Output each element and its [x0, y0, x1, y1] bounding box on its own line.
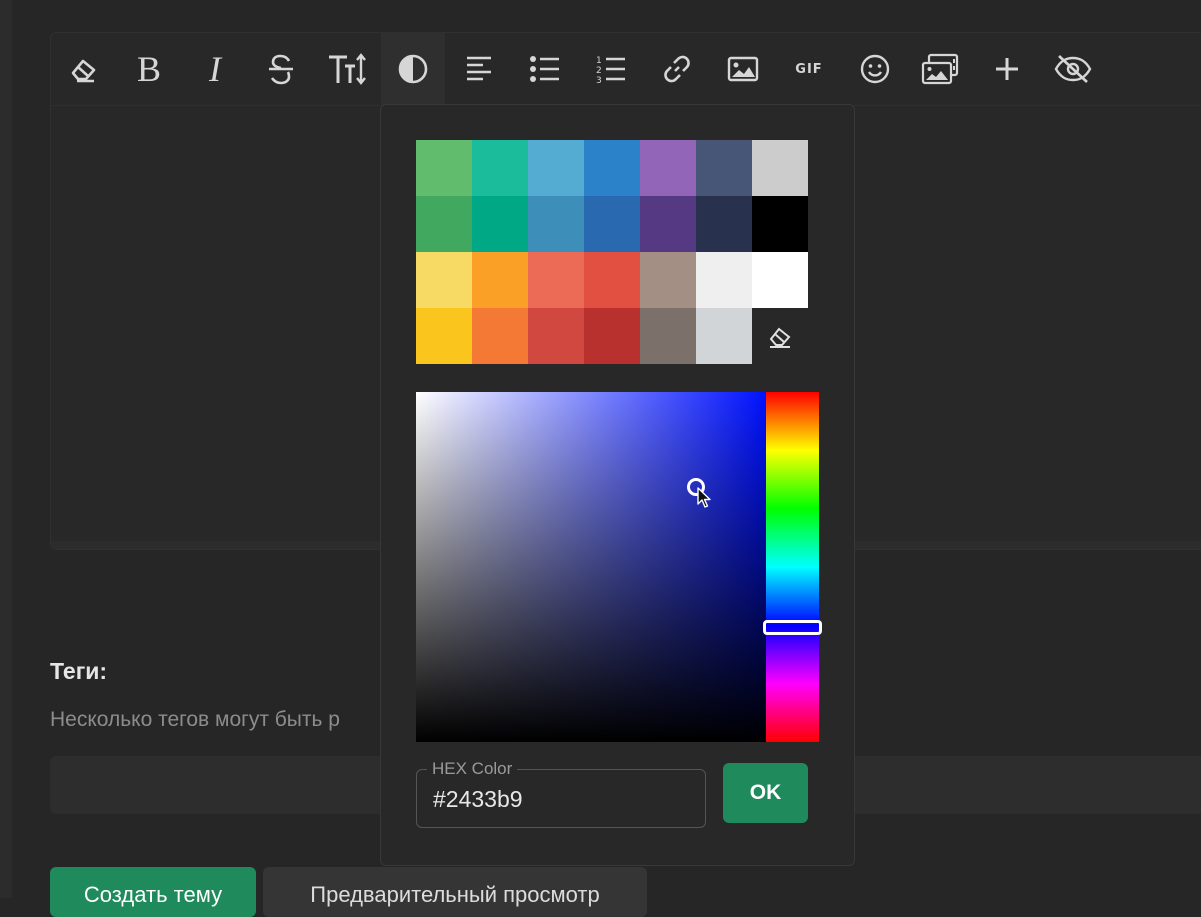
tags-hint: Несколько тегов могут быть р — [50, 708, 340, 731]
bullet-list-icon — [530, 56, 559, 82]
hex-color-label: HEX Color — [427, 759, 518, 779]
create-topic-button[interactable]: Создать тему — [50, 867, 256, 917]
text-color-button[interactable] — [381, 33, 445, 105]
color-swatch[interactable] — [584, 196, 640, 252]
saturation-value-area[interactable] — [416, 392, 766, 742]
ok-button[interactable]: OK — [723, 763, 808, 823]
plus-icon — [996, 58, 1018, 80]
color-palette — [416, 140, 808, 364]
color-swatch[interactable] — [528, 140, 584, 196]
editor-toolbar: B I 1 2 3 GIF — [51, 33, 1201, 106]
more-button[interactable] — [975, 33, 1039, 105]
hue-slider[interactable] — [763, 392, 822, 742]
color-swatch[interactable] — [584, 140, 640, 196]
color-swatch[interactable] — [640, 252, 696, 308]
link-button[interactable] — [645, 33, 709, 105]
color-swatch[interactable] — [696, 252, 752, 308]
text-size-icon — [329, 53, 366, 85]
color-swatch[interactable] — [640, 196, 696, 252]
color-swatch[interactable] — [752, 196, 808, 252]
numbered-list-icon: 1 2 3 — [596, 56, 625, 85]
image-icon — [727, 56, 759, 82]
numbered-list-button[interactable]: 1 2 3 — [579, 33, 643, 105]
color-swatch[interactable] — [416, 196, 472, 252]
color-swatch[interactable] — [472, 140, 528, 196]
strikethrough-button[interactable] — [249, 33, 313, 105]
color-swatch[interactable] — [696, 196, 752, 252]
color-swatch[interactable] — [640, 140, 696, 196]
gif-icon: GIF — [795, 61, 823, 77]
eraser-icon — [769, 327, 791, 348]
color-swatch[interactable] — [752, 140, 808, 196]
color-swatch[interactable] — [752, 252, 808, 308]
svg-text:3: 3 — [596, 76, 602, 85]
mouse-cursor-icon — [697, 487, 711, 513]
strikethrough-icon — [269, 54, 293, 85]
gif-button[interactable]: GIF — [777, 33, 841, 105]
tags-label: Теги: — [50, 658, 108, 684]
link-icon — [664, 55, 690, 83]
color-swatch[interactable] — [584, 308, 640, 364]
color-swatch[interactable] — [584, 252, 640, 308]
svg-text:2: 2 — [596, 66, 602, 76]
eye-slash-icon — [1054, 55, 1092, 83]
image-button[interactable] — [711, 33, 775, 105]
color-swatch[interactable] — [416, 140, 472, 196]
color-swatch[interactable] — [528, 252, 584, 308]
color-swatch[interactable] — [696, 140, 752, 196]
italic-button[interactable]: I — [183, 33, 247, 105]
contrast-icon — [398, 54, 428, 84]
hex-color-input[interactable] — [431, 780, 695, 818]
smiley-icon — [860, 54, 890, 84]
color-swatch[interactable] — [416, 252, 472, 308]
bold-button[interactable]: B — [117, 33, 181, 105]
gallery-icon — [921, 53, 959, 85]
color-swatch[interactable] — [472, 252, 528, 308]
color-swatch[interactable] — [528, 308, 584, 364]
color-swatch[interactable] — [640, 308, 696, 364]
left-edge — [0, 0, 12, 898]
svg-text:1: 1 — [596, 56, 602, 66]
font-size-button[interactable] — [315, 33, 379, 105]
bold-icon: B — [136, 49, 161, 89]
hex-color-field: HEX Color — [416, 759, 706, 828]
italic-icon: I — [209, 49, 221, 89]
align-button[interactable] — [447, 33, 511, 105]
eraser-icon — [71, 59, 96, 83]
color-swatch[interactable] — [696, 308, 752, 364]
spoiler-button[interactable] — [1041, 33, 1105, 105]
color-swatch[interactable] — [472, 308, 528, 364]
preview-button[interactable]: Предварительный просмотр — [263, 867, 647, 917]
color-swatch[interactable] — [416, 308, 472, 364]
clear-formatting-button[interactable] — [51, 33, 115, 105]
bullet-list-button[interactable] — [513, 33, 577, 105]
emoji-button[interactable] — [843, 33, 907, 105]
remove-color-button[interactable] — [752, 308, 808, 364]
color-swatch[interactable] — [472, 196, 528, 252]
color-swatch[interactable] — [528, 196, 584, 252]
gallery-button[interactable] — [909, 33, 973, 105]
hue-slider-handle[interactable] — [763, 619, 822, 635]
align-left-icon — [467, 56, 491, 81]
